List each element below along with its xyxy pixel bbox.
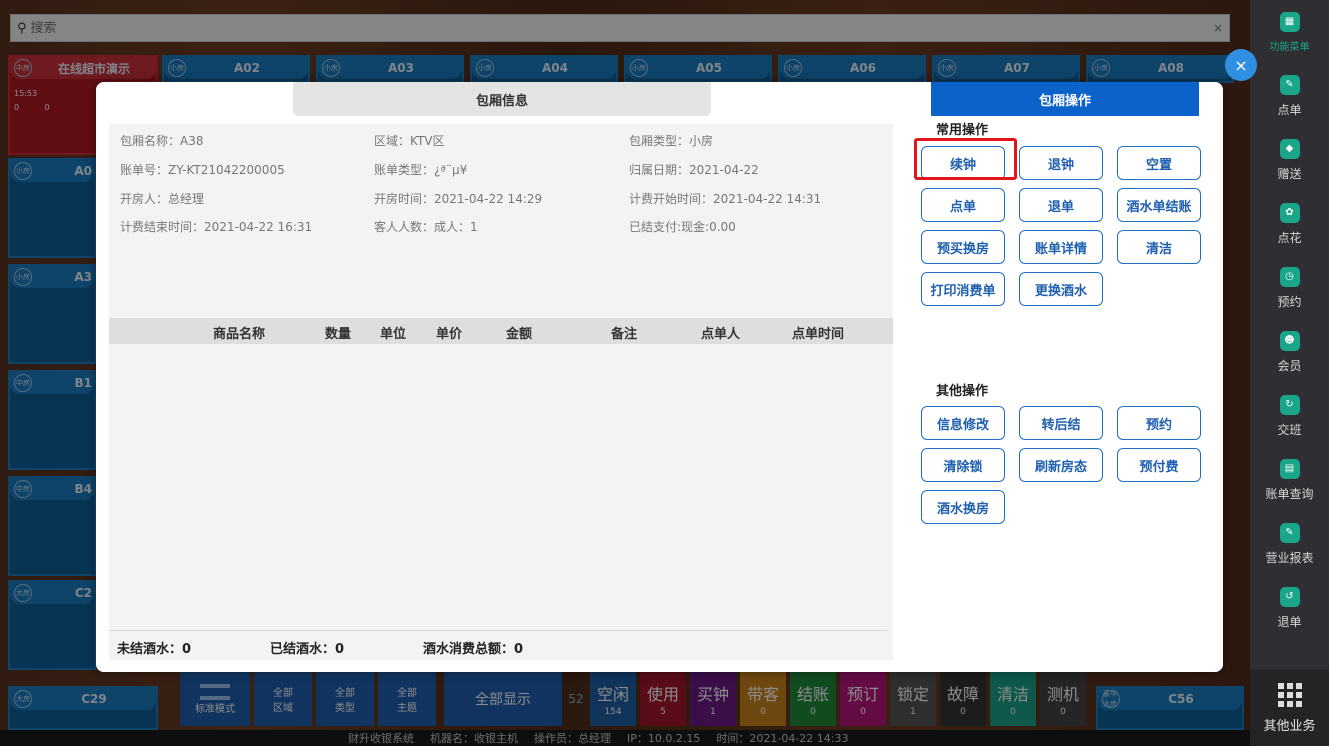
sidebar-label: 退单 [1277,614,1302,629]
info-guests: 客人人数：成人：1 [374,220,478,234]
other-ops-title: 其他操作 [936,384,989,399]
sidebar-item-refund[interactable]: ↺ 退单 [1250,576,1329,640]
sidebar-label: 赠送 [1277,166,1302,181]
sidebar-label: 其他业务 [1263,718,1316,734]
sidebar-item-other-business[interactable]: 其他业务 [1250,670,1329,746]
sidebar-label: 功能菜单 [1269,41,1310,53]
right-sidebar: ▦ 功能菜单 ✎ 点单 ◆ 赠送 ✿ 点花 ◷ 预约 ☻ 会员 ↻ 交班 ▤ 账单查询 ✎ 营业报… [1250,0,1329,746]
sidebar-item-report[interactable]: ✎ 营业报表 [1250,512,1329,576]
shift-icon: ↻ [1279,394,1300,415]
column-header: 单价 [436,327,463,342]
sidebar-item-gift[interactable]: ◆ 赠送 [1250,128,1329,192]
report-icon: ✎ [1279,522,1300,543]
info-bill-type: 账单类型：¿ª¨µ¥ [374,163,468,177]
sidebar-label: 账单查询 [1265,486,1314,501]
sidebar-label: 交班 [1277,422,1302,437]
defer-checkout-button[interactable]: 转后结 [1019,406,1103,440]
column-header: 数量 [325,327,352,342]
column-header: 点单人 [701,327,741,342]
info-room-name: 包厢名称：A38 [120,134,204,148]
unsettled-drinks: 未结酒水：0 [117,642,192,657]
sidebar-item-reserve[interactable]: ◷ 预约 [1250,256,1329,320]
edit-info-button[interactable]: 信息修改 [921,406,1005,440]
drinks-total: 酒水消费总额：0 [423,642,524,657]
highlight-box [914,138,1017,180]
column-header: 点单时间 [792,327,845,342]
info-area: 区域：KTV区 [374,134,445,148]
flower-icon: ✿ [1279,202,1300,223]
goods-table-header: 商品名称 数量 单位 单价 金额 备注 点单人 点单时间 [109,318,893,344]
info-paid: 已结支付:现金:0.00 [629,220,736,234]
menu-icon: ▦ [1279,11,1300,32]
clear-lock-button[interactable]: 清除锁 [921,448,1005,482]
sidebar-item-order[interactable]: ✎ 点单 [1250,64,1329,128]
sidebar-item-bill-query[interactable]: ▤ 账单查询 [1250,448,1329,512]
column-header: 商品名称 [213,327,266,342]
print-bill-button[interactable]: 打印消费单 [921,272,1005,306]
column-header: 金额 [506,327,533,342]
sidebar-label: 点花 [1277,230,1302,245]
apps-grid-icon [1277,682,1302,707]
column-header: 备注 [611,327,638,342]
sidebar-item-function-menu[interactable]: ▦ 功能菜单 [1250,0,1329,64]
room-dialog: 包厢信息 包厢名称：A38 区域：KTV区 包厢类型：小房 账单号：ZY-KT2… [96,82,1223,672]
sidebar-item-shift[interactable]: ↻ 交班 [1250,384,1329,448]
prepay-button[interactable]: 预付费 [1117,448,1201,482]
settled-drinks: 已结酒水：0 [270,642,345,657]
common-ops-title: 常用操作 [936,123,989,138]
divider [109,630,887,631]
sidebar-label: 预约 [1277,294,1302,309]
goods-table-body [109,344,893,660]
member-icon: ☻ [1279,330,1300,351]
close-dialog-button[interactable]: × [1225,49,1257,81]
info-room-type: 包厢类型：小房 [629,134,714,148]
drinks-change-room-button[interactable]: 酒水换房 [921,490,1005,524]
drinks-checkout-button[interactable]: 酒水单结账 [1117,188,1201,222]
info-opener: 开房人：总经理 [120,192,205,206]
room-operations-header: 包厢操作 [931,82,1199,116]
change-drinks-button[interactable]: 更换酒水 [1019,272,1103,306]
sidebar-label: 点单 [1277,102,1302,117]
sidebar-item-flower[interactable]: ✿ 点花 [1250,192,1329,256]
room-info-box: 包厢名称：A38 区域：KTV区 包厢类型：小房 账单号：ZY-KT210422… [109,124,893,318]
room-info-pane: 包厢信息 包厢名称：A38 区域：KTV区 包厢类型：小房 账单号：ZY-KT2… [96,82,908,672]
column-header: 单位 [380,327,407,342]
order-button[interactable]: 点单 [921,188,1005,222]
set-vacant-button[interactable]: 空置 [1117,146,1201,180]
info-charge-end: 计费结束时间：2021-04-22 16:31 [120,220,313,234]
sidebar-label: 营业报表 [1265,550,1314,565]
prepaid-change-room-button[interactable]: 预买换房 [921,230,1005,264]
clean-button[interactable]: 清洁 [1117,230,1201,264]
refresh-room-status-button[interactable]: 刷新房态 [1019,448,1103,482]
info-charge-start: 计费开始时间：2021-04-22 14:31 [629,192,822,206]
reserve-icon: ◷ [1279,266,1300,287]
bill-icon: ▤ [1279,458,1300,479]
sidebar-item-member[interactable]: ☻ 会员 [1250,320,1329,384]
refund-icon: ↺ [1279,586,1300,607]
reserve-button[interactable]: 预约 [1117,406,1201,440]
info-belong-date: 归属日期：2021-04-22 [629,163,759,177]
close-icon: × [1234,55,1248,75]
bill-detail-button[interactable]: 账单详情 [1019,230,1103,264]
reduce-time-button[interactable]: 退钟 [1019,146,1103,180]
cancel-order-button[interactable]: 退单 [1019,188,1103,222]
info-bill-no: 账单号：ZY-KT21042200005 [120,163,285,177]
info-open-time: 开房时间：2021-04-22 14:29 [374,192,543,206]
gift-icon: ◆ [1279,138,1300,159]
sidebar-label: 会员 [1277,358,1302,373]
room-info-tab[interactable]: 包厢信息 [293,82,711,116]
order-icon: ✎ [1279,74,1300,95]
